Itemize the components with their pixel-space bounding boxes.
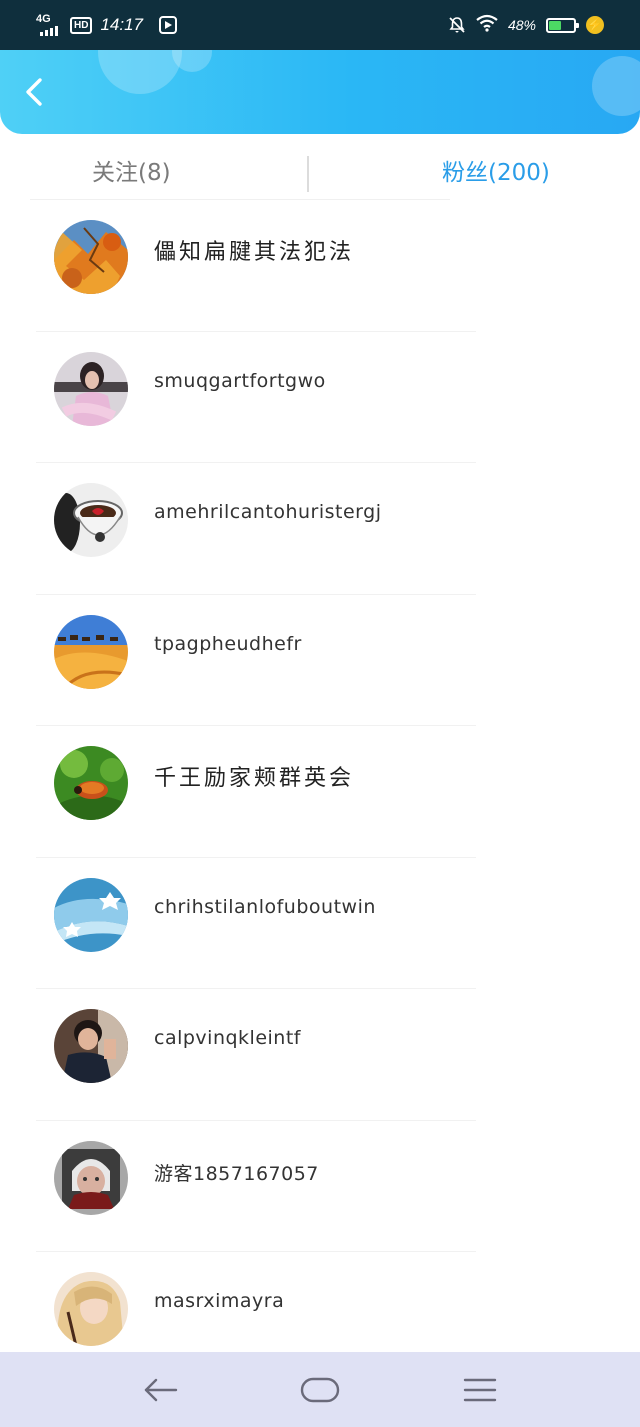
list-item[interactable]: smuqgartfortgwo: [0, 332, 640, 463]
list-item[interactable]: amehrilcantohuristergj: [0, 463, 640, 595]
system-nav-bar: [0, 1352, 640, 1427]
fan-name: 千王励家颊群英会: [154, 766, 355, 791]
wifi-icon: [476, 14, 498, 37]
nav-menu-icon: [463, 1378, 497, 1402]
media-play-icon: [159, 16, 177, 34]
avatar[interactable]: [54, 614, 128, 689]
fan-name: amehrilcantohuristergj: [154, 501, 382, 523]
tab-divider: [307, 156, 309, 192]
tab-fans[interactable]: 粉丝(200): [442, 134, 550, 200]
list-item[interactable]: 儡知扁腱其法犯法: [0, 200, 640, 332]
nav-back-icon: [144, 1378, 178, 1402]
list-item[interactable]: 游客1857167057: [0, 1121, 640, 1252]
nav-menu-button[interactable]: [460, 1370, 500, 1410]
battery-percent: 48%: [507, 17, 536, 33]
list-item[interactable]: chrihstilanlofuboutwin: [0, 858, 640, 989]
hd-badge: HD: [70, 16, 93, 34]
avatar[interactable]: [54, 1272, 128, 1346]
tab-bar: 关注(8) 粉丝(200): [0, 134, 640, 200]
avatar[interactable]: [54, 746, 128, 820]
nav-home-icon: [300, 1377, 340, 1403]
battery-icon: [546, 17, 579, 33]
fan-name: masrximayra: [154, 1290, 285, 1312]
avatar[interactable]: [54, 483, 128, 557]
avatar[interactable]: [54, 1009, 128, 1083]
header-bar: [0, 50, 640, 134]
decor-bubble: [592, 56, 640, 116]
avatar[interactable]: [54, 220, 128, 294]
list-item[interactable]: 千王励家颊群英会: [0, 726, 640, 858]
fan-list: 儡知扁腱其法犯法 smuqgartfortgwo amehrilcantohur…: [0, 200, 640, 1384]
fan-name: chrihstilanlofuboutwin: [154, 895, 376, 918]
fan-name: calpvinqkleintf: [154, 1027, 301, 1049]
avatar[interactable]: [54, 877, 128, 952]
decor-bubble: [98, 50, 182, 94]
charging-icon: ⚡: [586, 16, 604, 34]
fan-name: 儡知扁腱其法犯法: [154, 240, 355, 265]
clock: 14:17: [100, 15, 143, 34]
cellular-signal-icon: 4G: [36, 14, 64, 36]
network-type: 4G: [36, 13, 51, 25]
fan-name: tpagpheudhefr: [154, 632, 302, 655]
nav-home-button[interactable]: [300, 1370, 340, 1410]
bell-muted-icon: [448, 16, 466, 34]
status-bar: 4G HD 14:17 48% ⚡: [0, 0, 640, 50]
back-button[interactable]: [18, 74, 54, 110]
chevron-left-icon: [26, 78, 42, 106]
avatar[interactable]: [54, 1140, 128, 1215]
tab-following[interactable]: 关注(8): [92, 134, 171, 200]
nav-back-button[interactable]: [140, 1370, 180, 1410]
list-item[interactable]: tpagpheudhefr: [0, 595, 640, 726]
fan-name: 游客1857167057: [154, 1162, 319, 1185]
avatar[interactable]: [54, 351, 128, 426]
fan-name: smuqgartfortgwo: [154, 369, 326, 392]
list-item[interactable]: calpvinqkleintf: [0, 989, 640, 1121]
